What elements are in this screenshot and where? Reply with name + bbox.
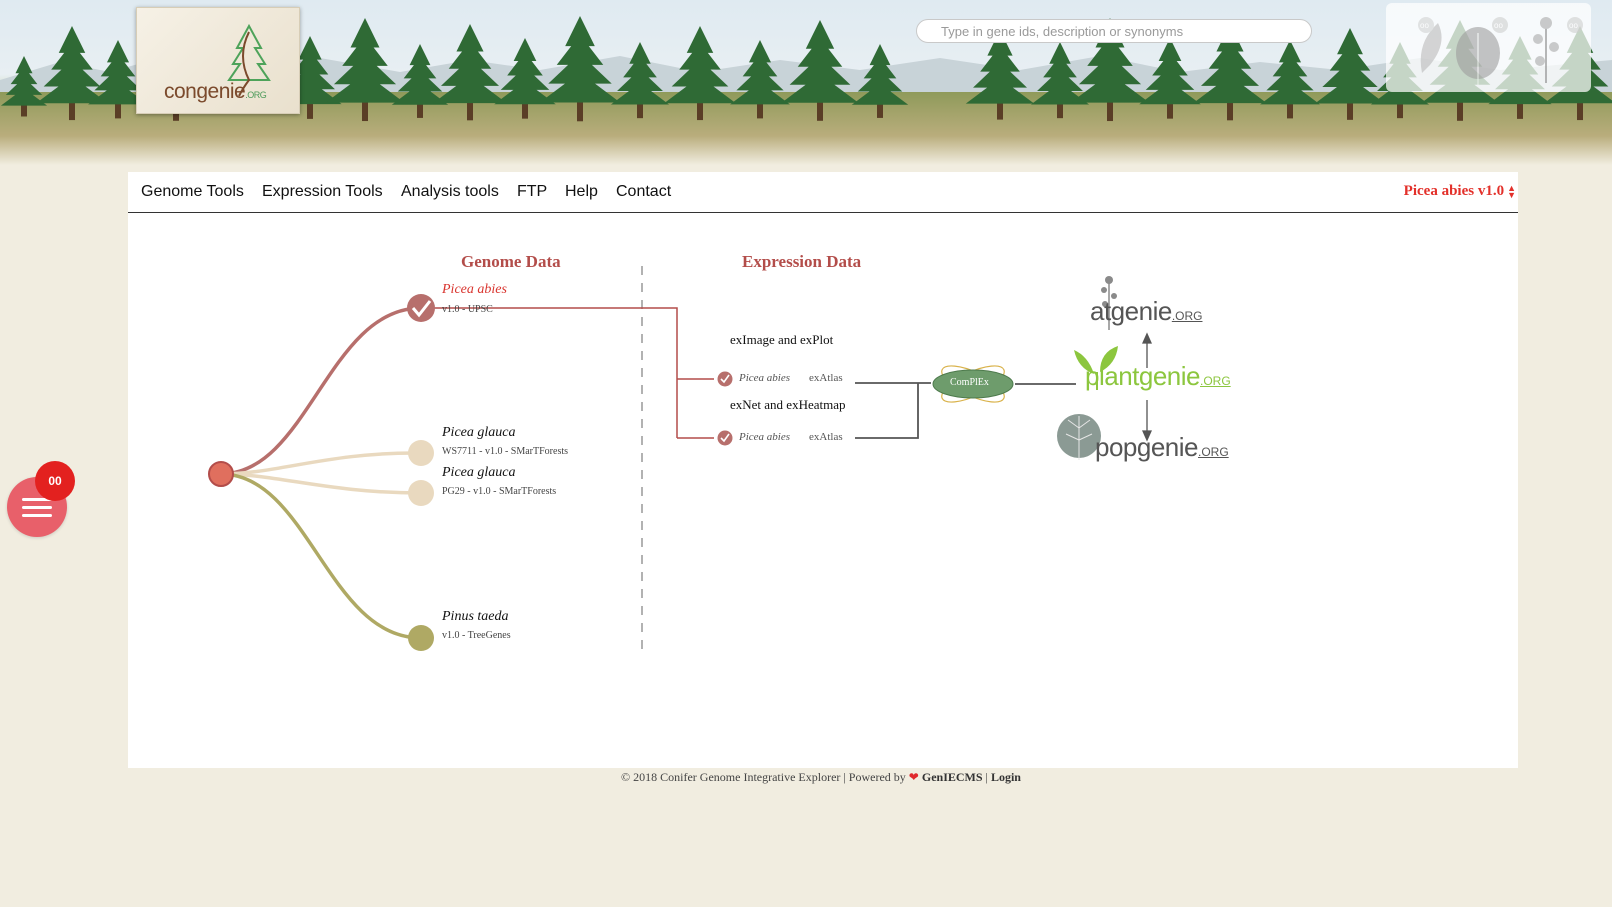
genome-version-picea-glauca-ws: WS7711 - v1.0 - SMarTForests — [442, 446, 569, 457]
genome-species-picea-glauca-ws[interactable]: Picea glauca — [442, 425, 515, 441]
pine-trunk — [1517, 102, 1523, 119]
root-node[interactable] — [208, 461, 234, 487]
species-switcher[interactable]: oo oo oo — [1386, 3, 1591, 92]
pine-trunk — [997, 102, 1003, 120]
pine-trunk — [69, 101, 75, 121]
expression-link — [421, 307, 678, 438]
hamburger-icon-bar — [22, 514, 52, 517]
genome-version-picea-glauca-pg: PG29 - v1.0 - SMarTForests — [442, 486, 557, 497]
branch-picea-abies — [220, 306, 422, 476]
genome-data-title: Genome Data — [461, 252, 561, 271]
node-picea-abies[interactable] — [407, 294, 435, 322]
pine-trunk — [877, 103, 883, 118]
footer-login-link[interactable]: Login — [991, 770, 1021, 784]
site-logo[interactable]: congenie.ORG — [136, 7, 300, 114]
aspen-leaf-icon[interactable]: oo — [1456, 17, 1508, 85]
pine-trunk — [522, 102, 528, 119]
atgenie-logo[interactable]: atgenie.ORG — [1090, 296, 1202, 327]
species-icons: oo oo oo — [1418, 17, 1583, 85]
pine-trunk — [362, 100, 368, 122]
expression-data-title: Expression Data — [742, 252, 862, 271]
popgenie-logo[interactable]: popgenie.ORG — [1095, 432, 1229, 463]
complex-label[interactable]: ComPlEx — [950, 377, 989, 388]
tool-title-exnet: exNet and exHeatmap — [730, 397, 846, 412]
pine-trunk — [115, 103, 121, 119]
plant-flower-icon[interactable]: oo — [1533, 17, 1583, 83]
pine-trunk — [697, 101, 703, 121]
tool-check-1 — [717, 371, 733, 387]
pine-trunk — [1577, 101, 1583, 121]
logo-text: congenie.ORG — [164, 80, 267, 103]
node-picea-glauca-ws[interactable] — [408, 440, 434, 466]
footer-cms-link[interactable]: GenIECMS — [922, 770, 983, 784]
footer: © 2018 Conifer Genome Integrative Explor… — [0, 770, 1612, 785]
arabidopsis-leaf-icon[interactable]: oo — [1418, 17, 1442, 73]
header-banner: congenie.ORG oo oo oo — [0, 0, 1612, 165]
heart-icon: ❤ — [908, 770, 919, 784]
pine-trunk — [307, 102, 313, 119]
pine-trunk — [1227, 101, 1233, 121]
tool-link-exatlas-2[interactable]: exAtlas — [809, 431, 843, 443]
tool-species-eximage: Picea abies — [739, 372, 791, 384]
branch-picea-glauca-ws — [220, 451, 422, 476]
hamburger-icon-bar — [22, 506, 52, 509]
branch-picea-glauca-pg — [220, 472, 422, 495]
svg-text:oo: oo — [1420, 21, 1429, 30]
svg-text:oo: oo — [1494, 21, 1503, 30]
node-picea-glauca-pg[interactable] — [408, 480, 434, 506]
pine-trunk — [637, 103, 643, 119]
complex-connector — [855, 382, 931, 439]
pine-trunk — [577, 100, 583, 122]
pine-trunk — [1397, 103, 1403, 119]
pine-trunk — [1057, 103, 1063, 119]
pine-trunk — [1287, 103, 1293, 119]
pine-trunk — [467, 101, 473, 121]
branch-pinus-taeda — [220, 472, 422, 640]
pine-trunk — [1347, 101, 1353, 120]
pine-trunk — [1107, 100, 1113, 122]
genome-version-pinus-taeda: v1.0 - TreeGenes — [442, 630, 511, 641]
genome-species-picea-glauca-pg[interactable]: Picea glauca — [442, 465, 515, 481]
pine-trunk — [817, 101, 823, 121]
pine-trunk — [21, 104, 27, 117]
plantgenie-logo[interactable]: plantgenie.ORG — [1085, 361, 1231, 392]
pine-trunk — [757, 103, 763, 119]
svg-text:oo: oo — [1569, 21, 1578, 30]
pine-trunk — [1167, 102, 1173, 119]
node-pinus-taeda[interactable] — [408, 625, 434, 651]
tool-link-exatlas-1[interactable]: exAtlas — [809, 372, 843, 384]
pine-trunk — [417, 103, 423, 118]
search-input[interactable] — [916, 19, 1312, 43]
tool-title-eximage: exImage and exPlot — [730, 332, 834, 347]
genome-version-picea-abies: v1.0 - UPSC — [442, 304, 493, 315]
notification-badge: 00 — [35, 461, 75, 501]
footer-copyright: © 2018 Conifer Genome Integrative Explor… — [621, 770, 906, 784]
genome-species-pinus-taeda[interactable]: Pinus taeda — [442, 609, 509, 625]
tool-species-exnet: Picea abies — [739, 431, 791, 443]
main-panel: Genome Tools Expression Tools Analysis t… — [128, 172, 1518, 768]
genome-species-picea-abies[interactable]: Picea abies — [442, 282, 507, 298]
tool-check-2 — [717, 430, 733, 446]
pine-trunk — [1457, 101, 1463, 121]
footer-separator: | — [985, 770, 988, 784]
